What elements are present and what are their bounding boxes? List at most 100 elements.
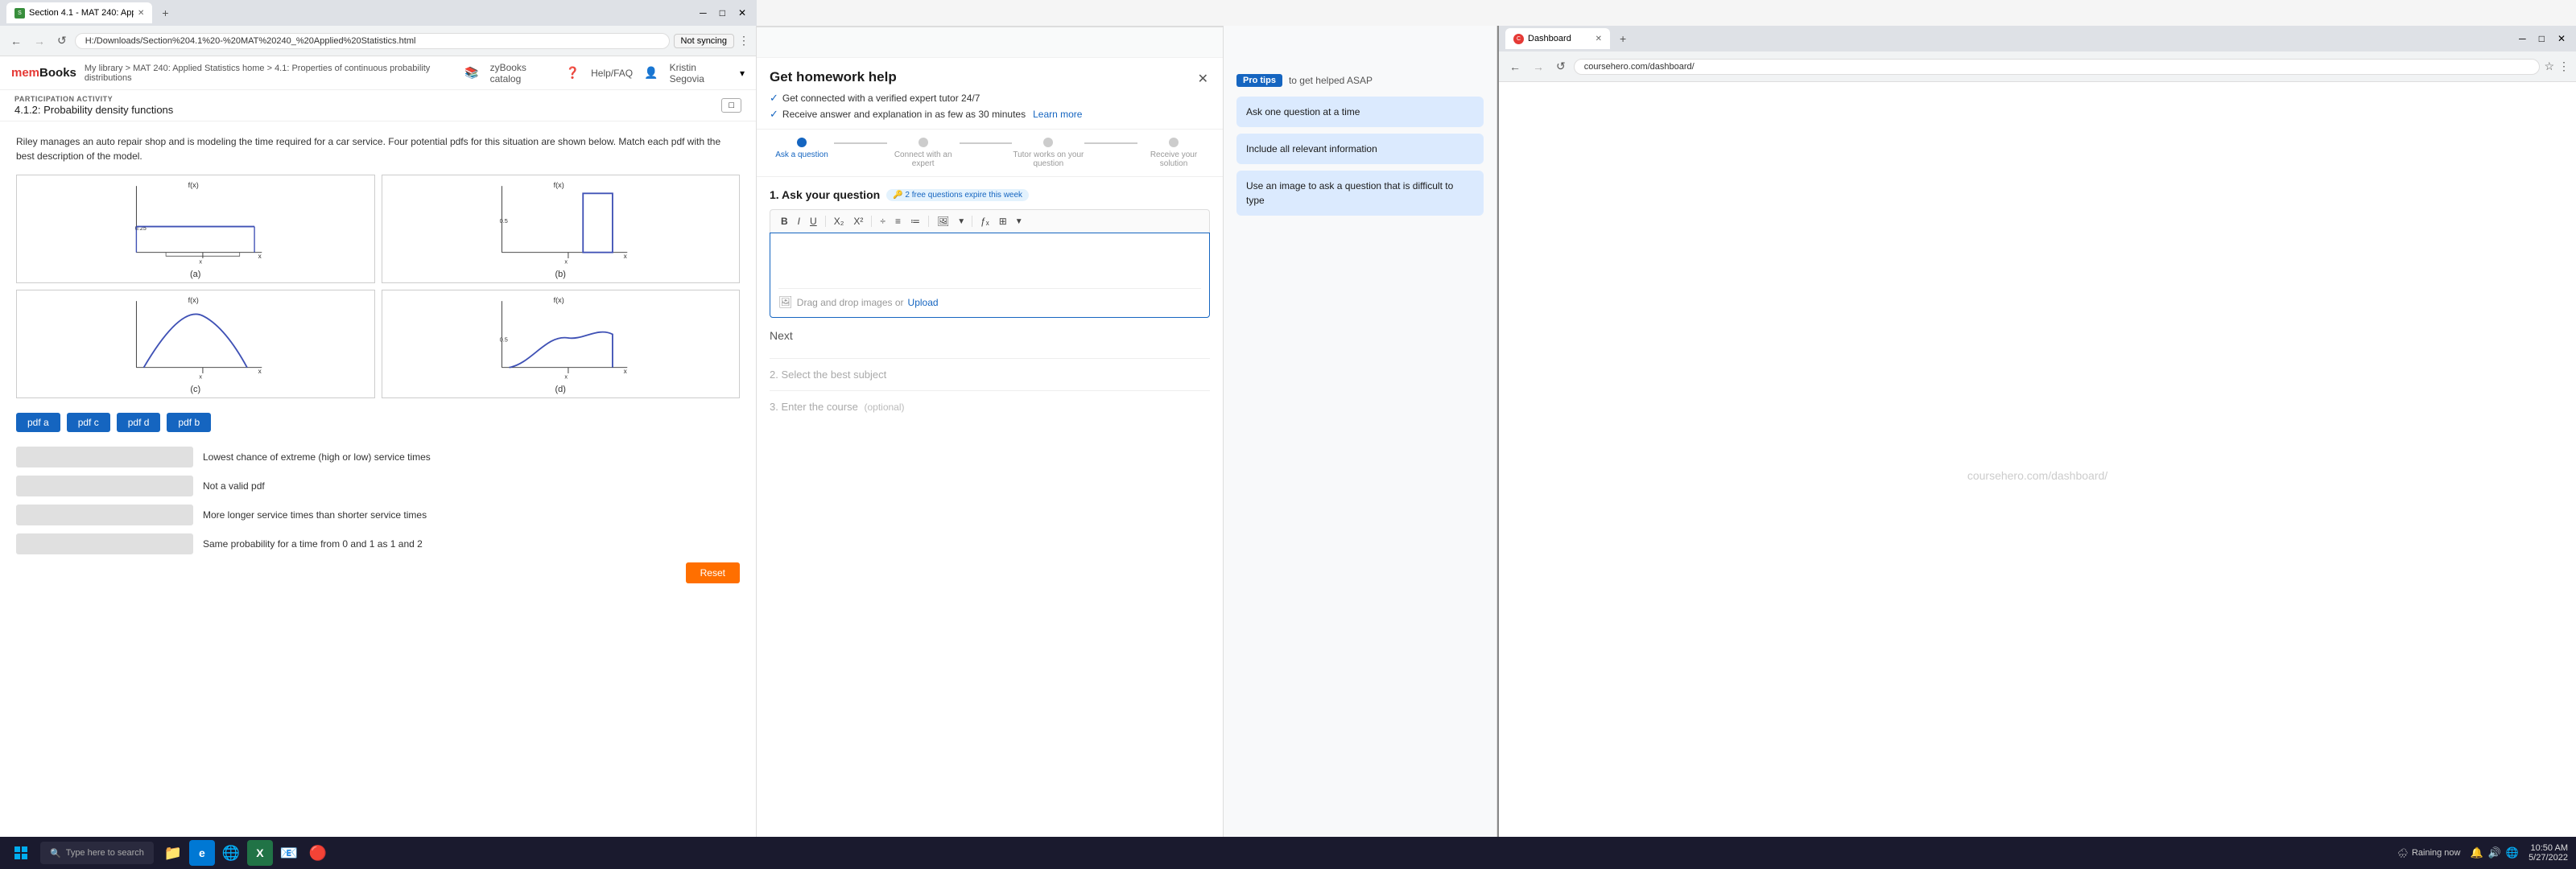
toolbar-formula[interactable]: ƒₓ [976, 214, 993, 229]
browser2-new-tab[interactable]: + [1613, 28, 1633, 49]
taskbar-excel[interactable]: X [247, 840, 273, 866]
svg-text:x: x [564, 373, 568, 380]
taskbar-app1[interactable]: 📧 [276, 840, 302, 866]
toolbar-table[interactable]: ⊞ [995, 214, 1011, 229]
learn-more-link[interactable]: Learn more [1033, 109, 1082, 120]
upload-icon: 🖼 [778, 295, 793, 309]
help-bullet-1: ✓ Get connected with a verified expert t… [770, 92, 1082, 105]
matching-blank-2[interactable] [16, 476, 193, 496]
next-button[interactable]: Next [770, 329, 793, 342]
section3: 3. Enter the course (optional) [770, 390, 1210, 413]
matching-list: Lowest chance of extreme (high or low) s… [16, 447, 740, 554]
browser2-minimize[interactable]: ─ [2515, 31, 2530, 46]
free-questions-badge: 🔑 2 free questions expire this week [886, 189, 1029, 201]
address-bar-1[interactable]: H:/Downloads/Section%204.1%20-%20MAT%202… [75, 33, 670, 49]
b2-back[interactable]: ← [1505, 58, 1525, 76]
editor-content[interactable] [778, 241, 1201, 282]
address-bar-2[interactable]: coursehero.com/dashboard/ [1574, 59, 2541, 75]
zybooks-catalog-link[interactable]: zyBooks catalog [490, 62, 555, 84]
svg-text:f(x): f(x) [553, 296, 564, 304]
help-faq-link[interactable]: Help/FAQ [591, 68, 633, 79]
notifications-icon[interactable]: 🔔 [2471, 846, 2483, 859]
network-icon[interactable]: 🌐 [2506, 846, 2519, 859]
toolbar-divide[interactable]: ÷ [876, 214, 890, 229]
step2-circle [919, 138, 928, 147]
step-line-2 [960, 142, 1013, 144]
section2-title: 2. Select the best subject [770, 369, 886, 381]
help-close-btn[interactable]: ✕ [1196, 69, 1210, 89]
browser-maximize[interactable]: □ [716, 6, 729, 20]
pdf-c-btn[interactable]: pdf c [67, 413, 110, 432]
b2-forward[interactable]: → [1529, 58, 1548, 76]
b2-menu[interactable]: ⋮ [2558, 60, 2570, 73]
bullet1-text: Get connected with a verified expert tut… [782, 93, 980, 104]
upload-link[interactable]: Upload [908, 297, 939, 308]
browser2-tab1[interactable]: C Dashboard ✕ [1505, 28, 1610, 49]
b2-bookmark[interactable]: ☆ [2544, 60, 2554, 73]
matching-row-2: Not a valid pdf [16, 476, 740, 496]
pro-tips-badge: Pro tips [1236, 74, 1282, 87]
toolbar-list-ordered[interactable]: ≔ [906, 214, 924, 229]
browser1-menu[interactable]: ⋮ [738, 34, 749, 47]
browser2-tab-close[interactable]: ✕ [1596, 35, 1602, 43]
browser1-sync[interactable]: Not syncing [674, 34, 734, 48]
taskbar-chrome[interactable]: 🌐 [218, 840, 244, 866]
forward-btn[interactable]: → [30, 32, 49, 50]
tip-card-3: Use an image to ask a question that is d… [1236, 171, 1484, 216]
browser2-close[interactable]: ✕ [2553, 31, 2570, 46]
toolbar-subscript[interactable]: X₂ [830, 214, 848, 229]
ask-question-section: 1. Ask your question 🔑 2 free questions … [757, 177, 1223, 869]
volume-icon[interactable]: 🔊 [2488, 846, 2501, 859]
toolbar-table-dropdown[interactable]: ▼ [1013, 216, 1026, 228]
matching-blank-3[interactable] [16, 505, 193, 525]
browser-close[interactable]: ✕ [734, 6, 750, 20]
reload-btn[interactable]: ↺ [53, 31, 71, 50]
reset-button[interactable]: Reset [686, 562, 740, 583]
browser1-tab1[interactable]: S Section 4.1 - MAT 240: Applied ... ✕ [6, 2, 152, 23]
toolbar-bold[interactable]: B [777, 214, 792, 229]
back-btn[interactable]: ← [6, 32, 26, 50]
activity-title: 4.1.2: Probability density functions [14, 104, 173, 116]
step1-label: Ask a question [775, 150, 828, 159]
matching-blank-1[interactable] [16, 447, 193, 467]
svg-text:x: x [564, 257, 568, 265]
pdf-d-btn[interactable]: pdf d [117, 413, 161, 432]
toolbar-sep-1 [825, 216, 826, 227]
toolbar-superscript[interactable]: X² [849, 214, 867, 229]
taskbar-edge[interactable]: e [189, 840, 215, 866]
toolbar-image[interactable]: 🖼 [933, 214, 953, 229]
taskbar-search[interactable]: 🔍 Type here to search [40, 842, 154, 864]
breadcrumb: My library > MAT 240: Applied Statistics… [85, 64, 464, 83]
matching-blank-4[interactable] [16, 533, 193, 554]
tab1-close[interactable]: ✕ [138, 9, 144, 18]
taskbar: 🔍 Type here to search 📁 e 🌐 X 📧 🔴 🌧 Rain… [0, 837, 2576, 869]
graph-a-svg: f(x) x 0.25 x [20, 179, 371, 267]
start-button[interactable] [8, 840, 34, 866]
activity-body: Riley manages an auto repair shop and is… [0, 121, 756, 869]
browser2-favicon: C [1513, 34, 1524, 44]
tip-card-2: Include all relevant information [1236, 134, 1484, 164]
toolbar-image-dropdown[interactable]: ▼ [955, 216, 968, 228]
editor-area[interactable]: 🖼 Drag and drop images or Upload [770, 233, 1210, 318]
matching-row-4: Same probability for a time from 0 and 1… [16, 533, 740, 554]
toolbar-list-unordered[interactable]: ≡ [891, 214, 905, 229]
toolbar-italic[interactable]: I [794, 214, 804, 229]
browser2-maximize[interactable]: □ [2535, 31, 2549, 46]
toolbar-underline[interactable]: U [806, 214, 821, 229]
taskbar-app2[interactable]: 🔴 [305, 840, 331, 866]
collapse-btn[interactable]: □ [721, 98, 741, 113]
matching-text-1: Lowest chance of extreme (high or low) s… [203, 451, 431, 463]
graph-c: f(x) x x (c) [16, 290, 375, 398]
user-dropdown-icon[interactable]: ▾ [740, 68, 745, 79]
section1-header: 1. Ask your question 🔑 2 free questions … [770, 188, 1210, 201]
pdf-b-btn[interactable]: pdf b [167, 413, 211, 432]
account-icon: 👤 [644, 66, 658, 80]
browser-minimize[interactable]: ─ [696, 6, 711, 20]
graph-b-svg: f(x) x 0.5 x [386, 179, 737, 267]
b2-reload[interactable]: ↺ [1552, 57, 1570, 76]
taskbar-file-explorer[interactable]: 📁 [160, 840, 186, 866]
browser1-tab2-new[interactable]: + [155, 2, 175, 23]
pdf-a-btn[interactable]: pdf a [16, 413, 60, 432]
svg-text:x: x [199, 257, 202, 265]
matching-text-2: Not a valid pdf [203, 480, 265, 492]
